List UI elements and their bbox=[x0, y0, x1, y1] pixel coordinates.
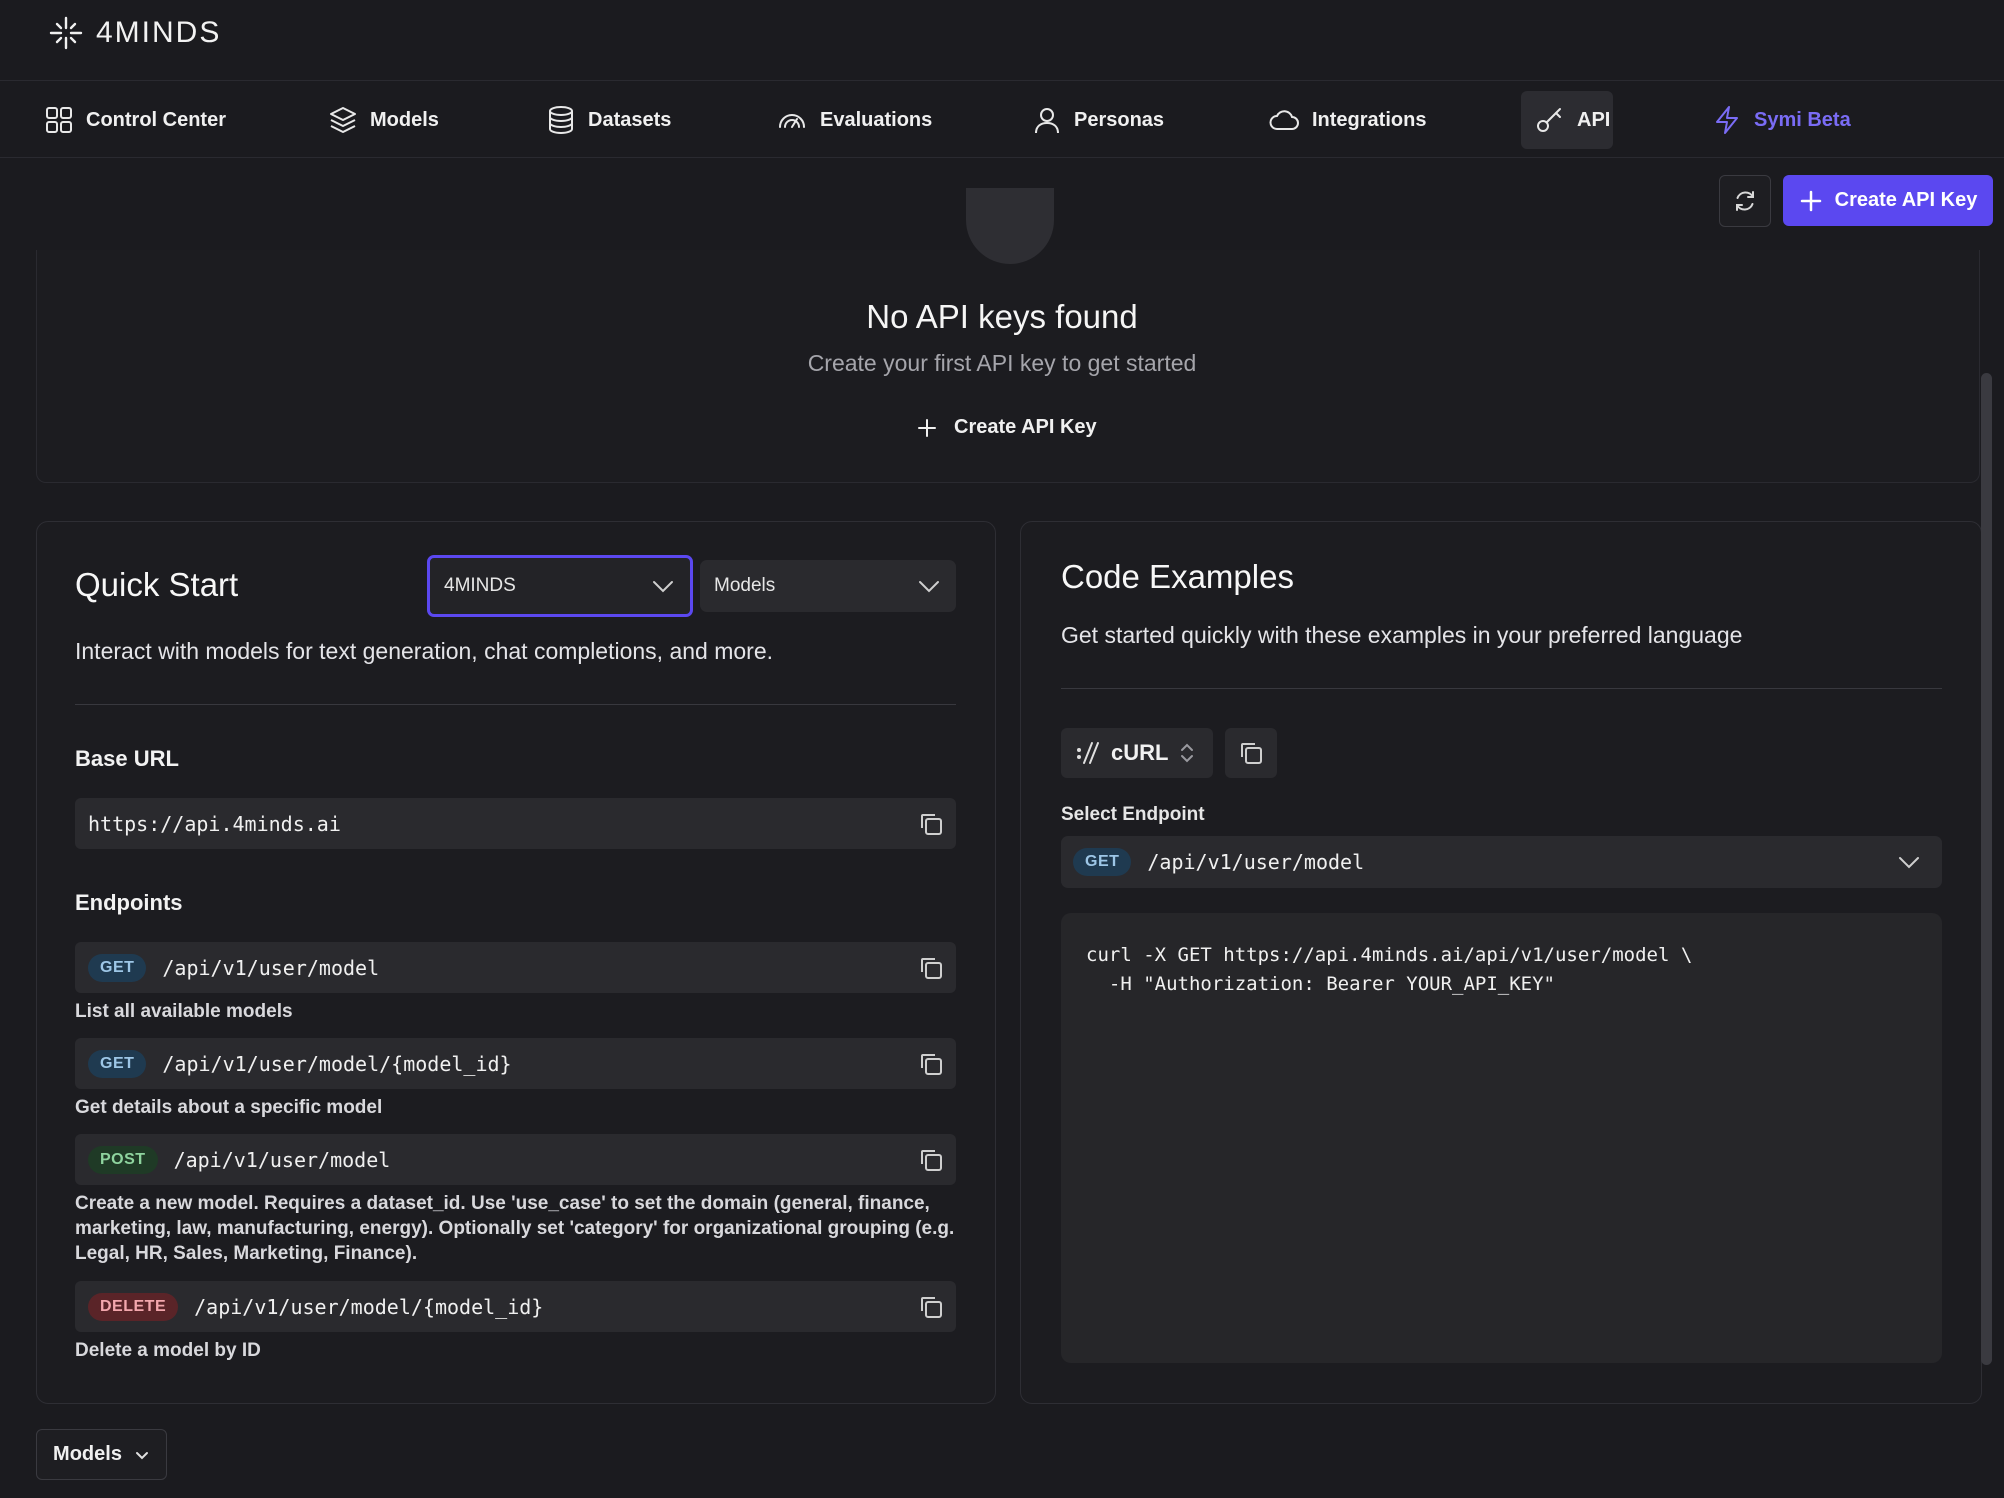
endpoint-description: Get details about a specific model bbox=[75, 1097, 383, 1118]
cloud-icon bbox=[1269, 110, 1299, 130]
copy-icon[interactable] bbox=[918, 811, 944, 837]
base-url-value: https://api.4minds.ai bbox=[88, 811, 341, 836]
empty-state-create-label: Create API Key bbox=[954, 416, 1097, 438]
nav-label: Personas bbox=[1074, 108, 1165, 131]
brand-logo[interactable]: 4MINDS bbox=[48, 15, 221, 51]
language-select-value: cURL bbox=[1111, 740, 1169, 765]
chevron-down-icon bbox=[919, 581, 939, 593]
refresh-icon bbox=[1736, 191, 1754, 211]
method-badge: GET bbox=[88, 953, 147, 982]
nav-item-evaluations[interactable]: Evaluations bbox=[762, 91, 946, 149]
copy-icon[interactable] bbox=[918, 955, 944, 981]
endpoints-label: Endpoints bbox=[75, 890, 183, 915]
nav-label: Evaluations bbox=[820, 108, 933, 131]
nav-item-symi-beta[interactable]: Symi Beta bbox=[1698, 91, 1865, 149]
chevron-up-down-icon bbox=[1181, 743, 1194, 763]
endpoint-row[interactable]: GET /api/v1/user/model/{model_id} bbox=[75, 1038, 956, 1089]
category-select-value: Models bbox=[714, 575, 776, 596]
brand-name: 4MINDS bbox=[96, 16, 222, 49]
nav-item-datasets[interactable]: Datasets bbox=[532, 91, 685, 149]
endpoint-description: List all available models bbox=[75, 1001, 293, 1022]
sparkle-logo-icon bbox=[49, 16, 83, 50]
copy-icon[interactable] bbox=[918, 1147, 944, 1173]
empty-state-title: No API keys found bbox=[866, 298, 1138, 335]
nav-item-models[interactable]: Models bbox=[314, 91, 453, 149]
endpoint-path: /api/v1/user/model bbox=[162, 955, 380, 980]
method-badge: DELETE bbox=[88, 1292, 179, 1321]
nav-item-api[interactable]: API bbox=[1521, 91, 1613, 149]
endpoint-select[interactable]: GET /api/v1/user/model bbox=[1061, 836, 1942, 888]
layers-icon bbox=[330, 107, 356, 133]
endpoint-path: /api/v1/user/model/{model_id} bbox=[162, 1051, 512, 1076]
user-icon bbox=[1035, 108, 1059, 134]
select-endpoint-label: Select Endpoint bbox=[1061, 804, 1205, 825]
nav-label: Symi Beta bbox=[1754, 108, 1851, 131]
gauge-icon bbox=[779, 114, 805, 128]
plus-icon bbox=[1800, 190, 1821, 211]
base-url-label: Base URL bbox=[75, 746, 179, 771]
endpoint-description: Delete a model by ID bbox=[75, 1340, 261, 1361]
create-api-key-label: Create API Key bbox=[1834, 189, 1978, 211]
create-api-key-button[interactable]: Create API Key bbox=[1783, 175, 1993, 226]
endpoint-path: /api/v1/user/model/{model_id} bbox=[194, 1294, 544, 1319]
provider-select[interactable]: 4MINDS bbox=[427, 555, 693, 617]
models-dropdown-label: Models bbox=[53, 1443, 122, 1465]
endpoint-description: Create a new model. Requires a dataset_i… bbox=[75, 1193, 955, 1264]
copy-icon[interactable] bbox=[918, 1294, 944, 1320]
grid-icon bbox=[46, 107, 72, 133]
code-examples-title: Code Examples bbox=[1061, 558, 1294, 595]
chevron-down-icon bbox=[1899, 857, 1919, 869]
base-url-row: https://api.4minds.ai bbox=[75, 798, 956, 849]
method-badge: GET bbox=[88, 1049, 147, 1078]
endpoint-row[interactable]: DELETE /api/v1/user/model/{model_id} bbox=[75, 1281, 956, 1332]
copy-icon bbox=[1241, 743, 1262, 764]
nav-label: Models bbox=[370, 108, 439, 131]
plus-icon bbox=[918, 418, 936, 437]
empty-state-subtitle: Create your first API key to get started bbox=[807, 350, 1197, 376]
quick-start-description: Interact with models for text generation… bbox=[75, 638, 774, 664]
quick-start-title: Quick Start bbox=[75, 566, 239, 603]
nav-label: Datasets bbox=[588, 108, 672, 131]
code-examples-subtitle: Get started quickly with these examples … bbox=[1061, 622, 1743, 648]
chevron-down-icon bbox=[653, 581, 673, 593]
endpoint-row[interactable]: POST /api/v1/user/model bbox=[75, 1134, 956, 1185]
section-divider bbox=[1061, 688, 1942, 689]
nav-item-personas[interactable]: Personas bbox=[1018, 91, 1178, 149]
method-badge: GET bbox=[1073, 848, 1132, 876]
endpoint-path: /api/v1/user/model bbox=[173, 1147, 391, 1172]
section-divider bbox=[75, 704, 956, 705]
nav-label: Control Center bbox=[86, 108, 226, 131]
main-nav: Control Center Models Datasets Evaluatio… bbox=[0, 81, 2004, 158]
selected-endpoint-path: /api/v1/user/model bbox=[1147, 850, 1365, 874]
models-dropdown-button[interactable]: Models bbox=[36, 1429, 167, 1480]
language-select[interactable]: cURL bbox=[1061, 728, 1213, 778]
bolt-icon bbox=[1716, 106, 1738, 134]
key-icon bbox=[1537, 108, 1561, 132]
nav-label: API bbox=[1577, 108, 1611, 131]
copy-code-button[interactable] bbox=[1225, 728, 1277, 778]
code-slash-icon bbox=[1077, 742, 1099, 764]
method-badge: POST bbox=[88, 1145, 158, 1174]
top-bar: 4MINDS bbox=[0, 0, 2004, 81]
endpoint-row[interactable]: GET /api/v1/user/model bbox=[75, 942, 956, 993]
refresh-button[interactable] bbox=[1719, 175, 1771, 227]
empty-state-create-button[interactable]: Create API Key bbox=[916, 416, 1097, 439]
database-icon bbox=[549, 106, 573, 135]
nav-item-control-center[interactable]: Control Center bbox=[30, 91, 240, 149]
nav-label: Integrations bbox=[1312, 108, 1427, 131]
copy-icon[interactable] bbox=[918, 1051, 944, 1077]
category-select[interactable]: Models bbox=[700, 560, 956, 612]
chevron-down-icon bbox=[135, 1451, 148, 1459]
nav-item-integrations[interactable]: Integrations bbox=[1254, 91, 1440, 149]
code-snippet[interactable]: curl -X GET https://api.4minds.ai/api/v1… bbox=[1061, 913, 1942, 1363]
provider-select-value: 4MINDS bbox=[444, 575, 516, 596]
scrollbar[interactable] bbox=[1981, 373, 1992, 1365]
